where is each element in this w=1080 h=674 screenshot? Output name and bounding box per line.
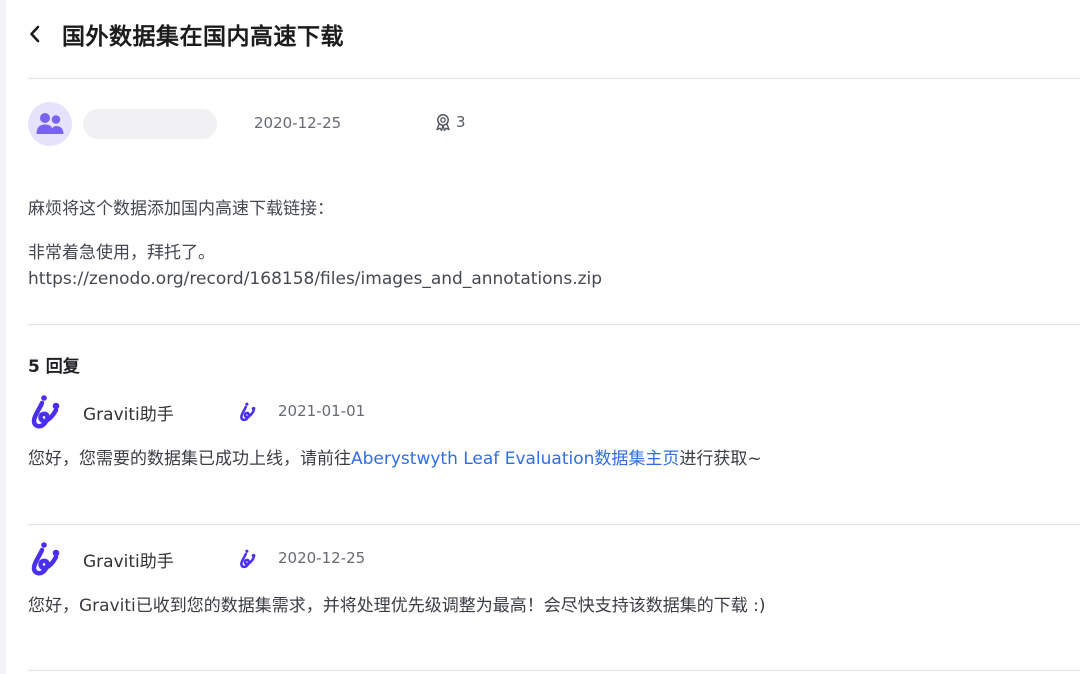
header-divider <box>28 78 1080 79</box>
graviti-logo-icon[interactable] <box>28 394 64 430</box>
reply-author[interactable]: Graviti助手 <box>83 400 174 425</box>
reply-text-after: 进行获取~ <box>679 449 762 469</box>
users-icon <box>36 113 64 134</box>
page-title: 国外数据集在国内高速下载 <box>62 24 344 50</box>
graviti-badge-icon <box>238 402 258 422</box>
reply-date: 2020-12-25 <box>278 549 366 567</box>
reply-header: Graviti助手 2020-12-25 <box>28 541 1068 577</box>
post-date: 2020-12-25 <box>254 114 342 132</box>
back-button[interactable] <box>28 14 54 54</box>
award-icon <box>436 114 450 131</box>
reply-divider <box>28 524 1080 525</box>
avatar[interactable] <box>28 102 72 146</box>
reply-header: Graviti助手 2021-01-01 <box>28 394 1068 430</box>
graviti-logo-icon[interactable] <box>28 541 64 577</box>
bottom-divider <box>28 670 1080 671</box>
chevron-left-icon <box>30 25 40 43</box>
left-edge-strip <box>0 0 6 674</box>
graviti-badge-icon <box>238 549 258 569</box>
dataset-homepage-link[interactable]: Aberystwyth Leaf Evaluation数据集主页 <box>351 449 679 469</box>
reply-item: Graviti助手 2021-01-01 您好，您需要的数据集已成功上线，请前往… <box>28 394 1068 472</box>
post-body: 麻烦将这个数据添加国内高速下载链接： 非常着急使用，拜托了。 https://z… <box>28 196 1068 292</box>
page-header: 国外数据集在国内高速下载 <box>28 14 344 54</box>
post-line-1: 麻烦将这个数据添加国内高速下载链接： <box>28 199 334 219</box>
post-line-3: https://zenodo.org/record/168158/files/i… <box>28 269 603 289</box>
author-name-placeholder <box>83 109 217 139</box>
reply-item: Graviti助手 2020-12-25 您好，Graviti已收到您的数据集需… <box>28 541 1068 619</box>
page: 国外数据集在国内高速下载 2020-12-25 3 麻烦将这个数据添加国内高速下… <box>0 0 1080 674</box>
reply-author[interactable]: Graviti助手 <box>83 547 174 572</box>
post-meta: 2020-12-25 3 <box>28 102 466 146</box>
like-count: 3 <box>456 113 466 131</box>
reply-text: 您好，Graviti已收到您的数据集需求，并将处理优先级调整为最高！会尽快支持该… <box>28 596 766 616</box>
reply-text: 您好，您需要的数据集已成功上线，请前往Aberystwyth Leaf Eval… <box>28 446 1068 472</box>
reply-count: 5 回复 <box>28 357 80 377</box>
reply-date: 2021-01-01 <box>278 402 366 420</box>
reply-text-before: 您好，您需要的数据集已成功上线，请前往 <box>28 449 351 469</box>
post-divider <box>28 324 1080 325</box>
post-line-2: 非常着急使用，拜托了。 <box>28 243 215 263</box>
like-button[interactable]: 3 <box>434 113 466 131</box>
